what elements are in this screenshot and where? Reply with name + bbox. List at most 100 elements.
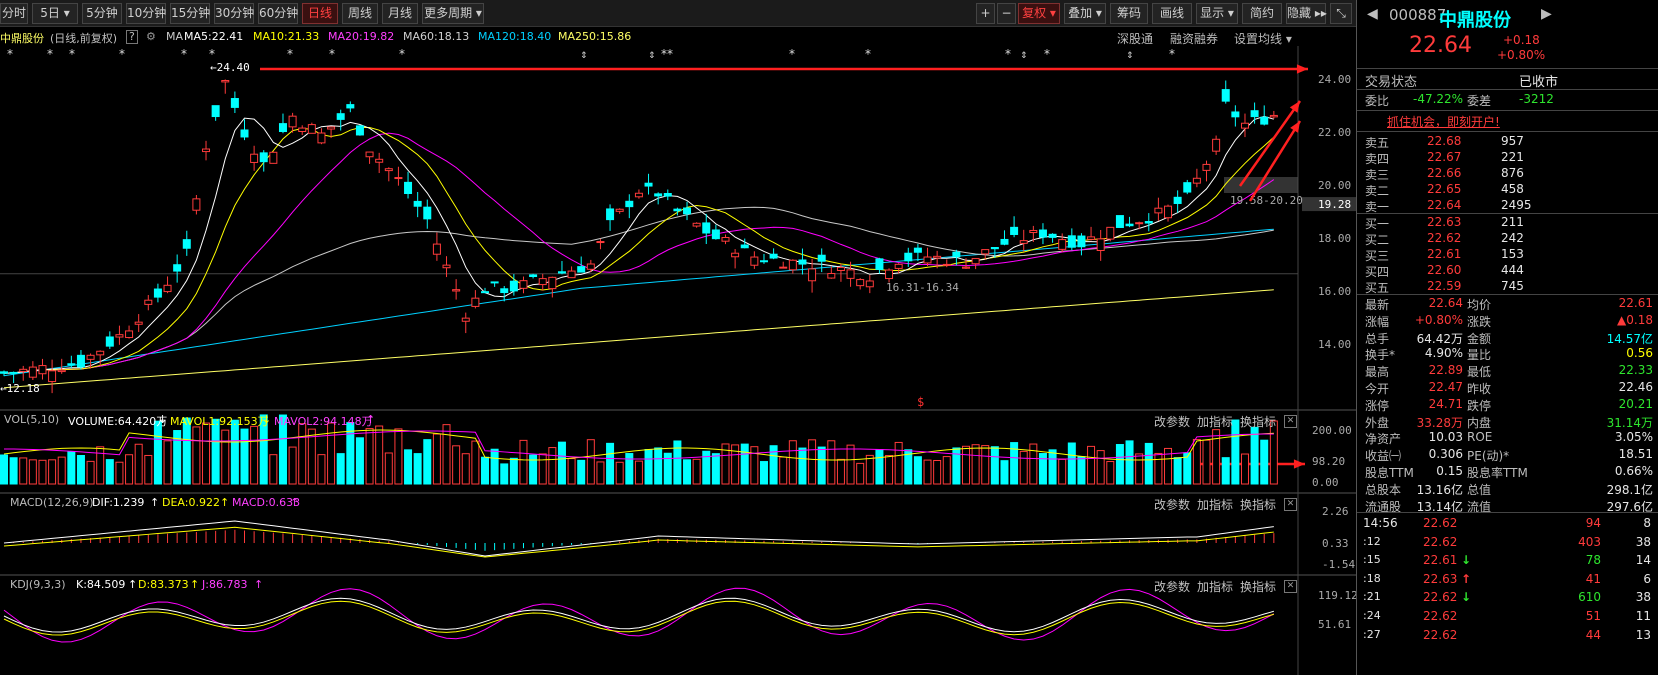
volume-bar-down (654, 447, 663, 485)
add-indicator-button[interactable]: 加指标 (1197, 578, 1233, 595)
volume-bar-up (1058, 458, 1067, 485)
candle-up (827, 273, 836, 279)
edit-params-button[interactable]: 改参数 (1154, 413, 1190, 430)
divider (1357, 89, 1658, 90)
link-margin-trading[interactable]: 融资融券 (1170, 30, 1218, 47)
event-marker-icon: * (208, 47, 215, 61)
volume-bar-down (490, 448, 499, 485)
add-indicator-button[interactable]: 加指标 (1197, 413, 1233, 430)
volume-bar-up (288, 446, 297, 485)
volume-bar-up (750, 446, 759, 485)
period-button-10[interactable]: 更多周期 ▾ (422, 3, 484, 24)
stat-value: ▲0.18 (1617, 312, 1653, 327)
stat-row: 总手 64.42万 金额 14.57亿 (1357, 330, 1658, 347)
switch-indicator-button[interactable]: 换指标 (1240, 496, 1276, 513)
kdj-j-value: J:86.783 (202, 578, 248, 591)
volume-arrow-head (1293, 459, 1305, 469)
volume-bar-down (230, 419, 239, 485)
candle-up (48, 370, 57, 383)
candle-up (586, 263, 595, 270)
event-marker-icon: * (398, 47, 405, 61)
period-button-1[interactable]: 5日 ▾ (32, 3, 78, 24)
toolbar-right-button-9[interactable]: ⤡ (1330, 3, 1352, 24)
candle-down (952, 251, 961, 258)
candle-up (375, 158, 384, 163)
candle-up (788, 259, 797, 271)
link-shengutong[interactable]: 深股通 (1117, 30, 1153, 47)
candle-down (1221, 89, 1230, 102)
toolbar-right-button-6[interactable]: 显示 ▾ (1196, 3, 1238, 24)
period-button-7[interactable]: 日线 (302, 3, 338, 24)
add-indicator-button[interactable]: 加指标 (1197, 496, 1233, 513)
tick-count: 8 (1643, 516, 1651, 530)
period-button-6[interactable]: 60分钟 (258, 3, 298, 24)
candle-up (1269, 114, 1278, 118)
close-panel-icon[interactable]: ✕ (1284, 498, 1297, 511)
volume-bar-down (1173, 457, 1182, 485)
period-button-0[interactable]: 分时 (0, 3, 28, 24)
settings-gear-icon[interactable]: ⚙ (146, 30, 156, 43)
help-button[interactable]: ? (126, 30, 138, 44)
candle-up (394, 177, 403, 180)
volume-bar-up (221, 429, 230, 485)
candle-down (346, 104, 355, 109)
candle-up (615, 208, 624, 212)
period-button-8[interactable]: 周线 (342, 3, 378, 24)
candle-down (759, 260, 768, 263)
switch-indicator-button[interactable]: 换指标 (1240, 413, 1276, 430)
period-button-5[interactable]: 30分钟 (214, 3, 254, 24)
candle-up (384, 168, 393, 172)
volume-bar-up (134, 443, 143, 485)
candle-up (692, 222, 701, 227)
set-ma-dropdown[interactable]: 设置均线 ▾ (1234, 30, 1292, 47)
kdj-k-value: K:84.509 (76, 578, 126, 591)
quote-price-row: 22.64 +0.18 +0.80% (1357, 33, 1658, 63)
event-marker-icon: ⇕ (580, 47, 587, 61)
stat-value: 10.03 (1428, 430, 1463, 445)
volume-bar-up (836, 458, 845, 485)
close-panel-icon[interactable]: ✕ (1284, 415, 1297, 428)
period-button-9[interactable]: 月线 (382, 3, 418, 24)
edit-params-button[interactable]: 改参数 (1154, 578, 1190, 595)
toolbar-right-button-7[interactable]: 简约 (1242, 3, 1282, 24)
volume-bar-up (365, 428, 374, 485)
volume-bar-down (1067, 442, 1076, 485)
toolbar-right-button-3[interactable]: 叠加 ▾ (1064, 3, 1106, 24)
volume-bar-up (115, 461, 124, 485)
candle-down (1250, 110, 1259, 118)
kdj-axis-label: 51.61 (1318, 618, 1351, 631)
stat-value: 22.64 (1428, 296, 1463, 310)
volume-bar-up (519, 439, 528, 485)
toolbar-right-button-4[interactable]: 筹码 (1110, 3, 1148, 24)
edit-params-button[interactable]: 改参数 (1154, 496, 1190, 513)
prev-stock-icon[interactable]: ◀ (1367, 6, 1378, 22)
next-stock-icon[interactable]: ▶ (1541, 6, 1552, 22)
stat-value: 13.16亿 (1416, 482, 1463, 497)
period-button-4[interactable]: 15分钟 (170, 3, 210, 24)
stat-value: 33.28万 (1416, 415, 1463, 430)
bid-price: 22.61 (1427, 247, 1462, 261)
toolbar-right-button-2[interactable]: 复权 ▾ (1018, 3, 1060, 24)
close-panel-icon[interactable]: ✕ (1284, 580, 1297, 593)
candle-down (240, 129, 249, 138)
open-account-promo-link[interactable]: 抓住机会，即刻开户! (1387, 113, 1500, 130)
period-button-2[interactable]: 5分钟 (82, 3, 122, 24)
volume-bar-up (442, 424, 451, 485)
vol-panel-title: VOL(5,10) VOLUME:64.420万 ↓ MAVOL1:92.153… (0, 413, 600, 429)
volume-bar-down (423, 439, 432, 485)
candle-up (115, 334, 124, 338)
candle-down (1067, 235, 1076, 248)
volume-bar-up (250, 425, 259, 485)
switch-indicator-button[interactable]: 换指标 (1240, 578, 1276, 595)
toolbar-right-button-8[interactable]: 隐藏 ▸▸ (1286, 3, 1327, 24)
candle-up (1058, 239, 1067, 250)
toolbar-right-button-5[interactable]: 画线 (1152, 3, 1192, 24)
bid-volume: 211 (1501, 215, 1524, 229)
promo-row: 抓住机会，即刻开户! (1357, 113, 1658, 130)
period-button-3[interactable]: 10分钟 (126, 3, 166, 24)
price-axis-label: 16.00 (1318, 285, 1351, 298)
toolbar-right-button-1[interactable]: − (997, 3, 1016, 24)
candle-down (355, 125, 364, 136)
candle-up (1164, 205, 1173, 219)
toolbar-right-button-0[interactable]: + (976, 3, 995, 24)
